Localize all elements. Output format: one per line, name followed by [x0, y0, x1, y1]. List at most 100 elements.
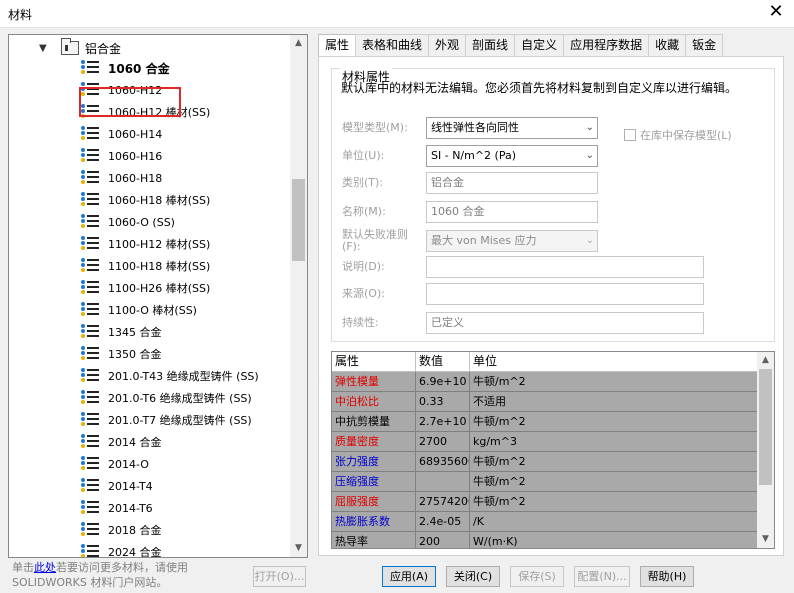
sustain-field[interactable]: 已定义 — [426, 312, 704, 334]
tree-item-material[interactable]: 1060-H16 — [81, 145, 291, 167]
table-row[interactable]: 弹性模量 6.9e+10 牛顿/m^2 — [332, 372, 758, 392]
source-field[interactable] — [426, 283, 704, 305]
tab-item[interactable]: 剖面线 — [465, 34, 516, 56]
tree-item-material[interactable]: 1100-H18 棒材(SS) — [81, 255, 291, 277]
tree-item-material[interactable]: 201.0-T6 绝缘成型铸件 (SS) — [81, 387, 291, 409]
tab-item[interactable]: 外观 — [428, 34, 467, 56]
property-value[interactable]: 6.9e+10 — [416, 372, 470, 391]
open-button[interactable]: 打开(O)... — [253, 566, 306, 587]
table-row[interactable]: 热膨胀系数 2.4e-05/K — [332, 512, 758, 532]
portal-link[interactable]: 此处 — [34, 561, 56, 574]
scroll-up-icon[interactable]: ▲ — [290, 35, 307, 52]
close-button[interactable]: 关闭(C) — [446, 566, 500, 587]
property-value[interactable]: 0.33 — [416, 392, 470, 411]
scroll-down-icon[interactable]: ▼ — [290, 540, 307, 557]
tree-item-material[interactable]: 2024 合金 — [81, 541, 291, 557]
checkbox-box[interactable] — [624, 129, 636, 141]
failure-select[interactable]: 最大 von Mises 应力 ⌄ — [426, 230, 598, 252]
tree-item-material[interactable]: 1060-O (SS) — [81, 211, 291, 233]
property-value[interactable]: 200 — [416, 532, 470, 548]
tab-item[interactable]: 钣金 — [685, 34, 724, 56]
material-tree[interactable]: ▼ 铝合金 1060 合金 1060-H12 1060-H12 棒材(SS) 1060… — [8, 34, 308, 558]
source-row: 来源(O): — [342, 283, 704, 305]
help-button[interactable]: 帮助(H) — [640, 566, 694, 587]
property-name: 弹性模量 — [332, 372, 416, 391]
property-table-scrollbar[interactable]: ▲ ▼ — [757, 352, 774, 548]
scroll-thumb[interactable] — [759, 369, 772, 485]
tree-item-material[interactable]: 2014 合金 — [81, 431, 291, 453]
material-icon — [81, 324, 101, 340]
header-property[interactable]: 属性 — [332, 352, 416, 372]
tree-item-material[interactable]: 1060-H18 棒材(SS) — [81, 189, 291, 211]
material-icon — [81, 214, 101, 230]
tree-item-material[interactable]: 2014-O — [81, 453, 291, 475]
tree-item-label: 1100-O 棒材(SS) — [108, 304, 197, 317]
tree-item-label: 1060-H14 — [108, 127, 163, 141]
header-value[interactable]: 数值 — [416, 352, 470, 372]
tree-item-material[interactable]: 1060-H18 — [81, 167, 291, 189]
table-row[interactable]: 张力强度 68935600 牛顿/m^2 — [332, 452, 758, 472]
material-icon — [81, 148, 101, 164]
tree-root-aluminum[interactable]: ▼ 铝合金 — [39, 38, 121, 57]
tab-item[interactable]: 自定义 — [514, 34, 565, 56]
category-label: 类别(T): — [342, 176, 384, 189]
property-value[interactable] — [416, 472, 470, 491]
sustain-label: 持续性: — [342, 316, 379, 329]
property-value[interactable]: 2.7e+10 — [416, 412, 470, 431]
config-button[interactable]: 配置(N)... — [574, 566, 630, 587]
property-value[interactable]: 68935600 — [416, 452, 470, 471]
tab-item[interactable]: 应用程序数据 — [563, 34, 650, 56]
chevron-down-icon[interactable]: ▼ — [39, 43, 51, 54]
material-icon — [81, 346, 101, 362]
model-type-select[interactable]: 线性弹性各向同性 ⌄ — [426, 117, 598, 139]
tab-item[interactable]: 表格和曲线 — [355, 34, 430, 56]
tree-item-material[interactable]: 1100-H26 棒材(SS) — [81, 277, 291, 299]
tree-scrollbar[interactable]: ▲ ▼ — [290, 35, 307, 557]
scroll-up-icon[interactable]: ▲ — [757, 352, 774, 369]
tree-item-material[interactable]: 1345 合金 — [81, 321, 291, 343]
property-value[interactable]: 27574200 — [416, 492, 470, 511]
property-unit: 牛顿/m^2 — [473, 375, 526, 388]
close-icon[interactable]: ✕ — [766, 2, 786, 22]
apply-button[interactable]: 应用(A) — [382, 566, 436, 587]
unit-select[interactable]: SI - N/m^2 (Pa) ⌄ — [426, 145, 598, 167]
category-field[interactable]: 铝合金 — [426, 172, 598, 194]
tree-item-material[interactable]: 2014-T6 — [81, 497, 291, 519]
table-row[interactable]: 质量密度 2700 kg/m^3 — [332, 432, 758, 452]
desc-field[interactable] — [426, 256, 704, 278]
save-in-library-checkbox[interactable]: 在库中保存模型(L) — [624, 127, 732, 143]
tree-item-material[interactable]: 201.0-T43 绝缘成型铸件 (SS) — [81, 365, 291, 387]
material-icon — [81, 126, 101, 142]
property-value[interactable]: 2700 — [416, 432, 470, 451]
tab-item[interactable]: 收藏 — [648, 34, 687, 56]
scroll-thumb[interactable] — [292, 179, 305, 261]
material-icon — [81, 544, 101, 557]
tree-item-material[interactable]: 201.0-T7 绝缘成型铸件 (SS) — [81, 409, 291, 431]
tree-item-material[interactable]: 1060 合金 — [81, 57, 291, 79]
tree-item-material[interactable]: 1100-H12 棒材(SS) — [81, 233, 291, 255]
tree-item-material[interactable]: 1350 合金 — [81, 343, 291, 365]
table-row[interactable]: 热导率 200 W/(m·K) — [332, 532, 758, 548]
table-row[interactable]: 中抗剪模量 2.7e+10 牛顿/m^2 — [332, 412, 758, 432]
header-unit[interactable]: 单位 — [470, 352, 758, 372]
property-table[interactable]: 属性 数值 单位 弹性模量 6.9e+10 牛顿/m^2 中泊松比 0.33 不适用 中抗剪… — [331, 351, 775, 549]
tree-item-material[interactable]: 2018 合金 — [81, 519, 291, 541]
save-button[interactable]: 保存(S) — [510, 566, 564, 587]
save-in-library-label: 在库中保存模型(L) — [640, 129, 732, 142]
failure-label: 默认失败准则(F): — [342, 228, 408, 253]
scroll-down-icon[interactable]: ▼ — [757, 531, 774, 548]
tree-item-material[interactable]: 1100-O 棒材(SS) — [81, 299, 291, 321]
property-value[interactable]: 2.4e-05 — [416, 512, 470, 531]
material-icon — [81, 456, 101, 472]
tree-item-material[interactable]: 1060-H14 — [81, 123, 291, 145]
tab-item[interactable]: 属性 — [318, 34, 357, 57]
material-icon — [81, 192, 101, 208]
chevron-down-icon: ⌄ — [585, 150, 594, 161]
table-row[interactable]: 屈服强度 27574200 牛顿/m^2 — [332, 492, 758, 512]
name-label: 名称(M): — [342, 205, 386, 218]
table-row[interactable]: 中泊松比 0.33 不适用 — [332, 392, 758, 412]
tree-item-material[interactable]: 2014-T4 — [81, 475, 291, 497]
name-field[interactable]: 1060 合金 — [426, 201, 598, 223]
tree-item-label: 2014-T6 — [108, 501, 153, 515]
table-row[interactable]: 压缩强度 牛顿/m^2 — [332, 472, 758, 492]
